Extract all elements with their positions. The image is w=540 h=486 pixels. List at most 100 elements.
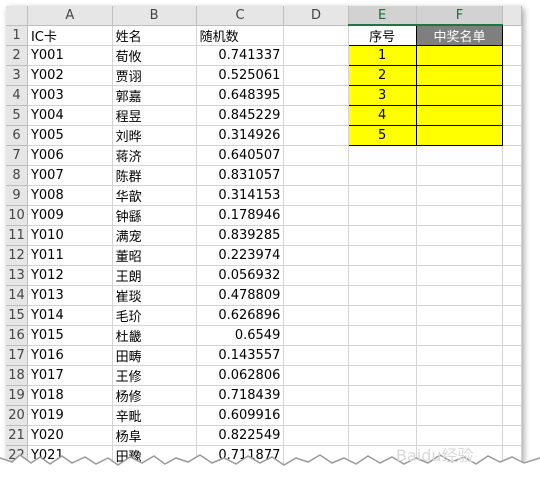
row-header[interactable]: 11 xyxy=(6,225,28,246)
column-header-c[interactable]: C xyxy=(196,6,285,26)
cell-b20[interactable]: 辛毗 xyxy=(112,405,197,426)
cell-b6[interactable]: 刘晔 xyxy=(112,125,197,146)
cell-c2[interactable]: 0.741337 xyxy=(196,45,285,66)
cell-d3[interactable] xyxy=(283,65,349,86)
cell-b1[interactable]: 姓名 xyxy=(112,25,197,46)
cell-d1[interactable] xyxy=(283,25,349,46)
cell-b9[interactable]: 华歆 xyxy=(112,185,197,206)
cell-b10[interactable]: 钟繇 xyxy=(112,205,197,226)
cell-f6[interactable] xyxy=(415,125,504,146)
cell-f14[interactable] xyxy=(416,285,504,306)
cell-c9[interactable]: 0.314153 xyxy=(196,185,285,206)
row-header[interactable]: 14 xyxy=(6,285,28,306)
cell-a7[interactable]: Y006 xyxy=(27,145,113,166)
cell-e3[interactable]: 2 xyxy=(347,65,417,86)
select-all-corner[interactable] xyxy=(6,6,28,26)
column-header-d[interactable]: D xyxy=(283,6,349,26)
cell-b2[interactable]: 荀攸 xyxy=(112,45,197,66)
cell-d13[interactable] xyxy=(283,265,349,286)
cell-d10[interactable] xyxy=(283,205,349,226)
cell-g12[interactable] xyxy=(502,245,522,266)
cell-g19[interactable] xyxy=(502,385,522,406)
cell-c20[interactable]: 0.609916 xyxy=(196,405,285,426)
cell-a12[interactable]: Y011 xyxy=(27,245,113,266)
cell-c11[interactable]: 0.839285 xyxy=(196,225,285,246)
row-header[interactable]: 9 xyxy=(6,185,28,206)
cell-d17[interactable] xyxy=(283,345,349,366)
cell-e13[interactable] xyxy=(348,265,417,286)
cell-f2[interactable] xyxy=(415,45,504,66)
cell-a20[interactable]: Y019 xyxy=(27,405,113,426)
cell-a9[interactable]: Y008 xyxy=(27,185,113,206)
cell-g18[interactable] xyxy=(502,365,522,386)
cell-e17[interactable] xyxy=(348,345,417,366)
cell-a2[interactable]: Y001 xyxy=(27,45,113,66)
column-header-b[interactable]: B xyxy=(112,6,197,26)
cell-a14[interactable]: Y013 xyxy=(27,285,113,306)
cell-e15[interactable] xyxy=(348,305,417,326)
cell-b11[interactable]: 满宠 xyxy=(112,225,197,246)
cell-a8[interactable]: Y007 xyxy=(27,165,113,186)
cell-a3[interactable]: Y002 xyxy=(27,65,113,86)
column-header-e[interactable]: E xyxy=(348,6,417,26)
cell-a13[interactable]: Y012 xyxy=(27,265,113,286)
cell-d12[interactable] xyxy=(283,245,349,266)
cell-c5[interactable]: 0.845229 xyxy=(196,105,285,126)
cell-b16[interactable]: 杜畿 xyxy=(112,325,197,346)
row-header[interactable]: 4 xyxy=(6,85,28,106)
cell-c6[interactable]: 0.314926 xyxy=(196,125,285,146)
cell-g8[interactable] xyxy=(502,165,522,186)
row-header[interactable]: 20 xyxy=(6,405,28,426)
row-header[interactable]: 12 xyxy=(6,245,28,266)
row-header[interactable]: 2 xyxy=(6,45,28,66)
cell-c12[interactable]: 0.223974 xyxy=(196,245,285,266)
cell-f17[interactable] xyxy=(416,345,504,366)
cell-f13[interactable] xyxy=(416,265,504,286)
cell-e1-index-header[interactable]: 序号 xyxy=(347,24,417,46)
cell-d2[interactable] xyxy=(283,45,349,66)
cell-g9[interactable] xyxy=(502,185,522,206)
cell-a10[interactable]: Y009 xyxy=(27,205,113,226)
cell-e9[interactable] xyxy=(348,185,417,206)
cell-f4[interactable] xyxy=(415,85,504,106)
cell-a5[interactable]: Y004 xyxy=(27,105,113,126)
cell-e10[interactable] xyxy=(348,205,417,226)
cell-c4[interactable]: 0.648395 xyxy=(196,85,285,106)
cell-g4[interactable] xyxy=(502,85,522,106)
cell-e8[interactable] xyxy=(348,165,417,186)
cell-g3[interactable] xyxy=(502,65,522,86)
cell-d16[interactable] xyxy=(283,325,349,346)
cell-b17[interactable]: 田畴 xyxy=(112,345,197,366)
cell-d8[interactable] xyxy=(283,165,349,186)
cell-d19[interactable] xyxy=(283,385,349,406)
cell-d11[interactable] xyxy=(283,225,349,246)
cell-b3[interactable]: 贾诩 xyxy=(112,65,197,86)
cell-f5[interactable] xyxy=(415,105,504,126)
cell-c10[interactable]: 0.178946 xyxy=(196,205,285,226)
cell-a11[interactable]: Y010 xyxy=(27,225,113,246)
cell-g20[interactable] xyxy=(502,405,522,426)
row-header[interactable]: 1 xyxy=(6,25,28,46)
row-header[interactable]: 8 xyxy=(6,165,28,186)
cell-c8[interactable]: 0.831057 xyxy=(196,165,285,186)
cell-b14[interactable]: 崔琰 xyxy=(112,285,197,306)
cell-f20[interactable] xyxy=(416,405,504,426)
cell-c13[interactable]: 0.056932 xyxy=(196,265,285,286)
cell-c16[interactable]: 0.6549 xyxy=(196,325,285,346)
cell-d9[interactable] xyxy=(283,185,349,206)
cell-f9[interactable] xyxy=(416,185,504,206)
cell-d15[interactable] xyxy=(283,305,349,326)
cell-a17[interactable]: Y016 xyxy=(27,345,113,366)
cell-a18[interactable]: Y017 xyxy=(27,365,113,386)
cell-f7[interactable] xyxy=(416,145,504,166)
cell-e12[interactable] xyxy=(348,245,417,266)
cell-b15[interactable]: 毛玠 xyxy=(112,305,197,326)
cell-e18[interactable] xyxy=(348,365,417,386)
row-header[interactable]: 13 xyxy=(6,265,28,286)
cell-g5[interactable] xyxy=(502,105,522,126)
cell-f16[interactable] xyxy=(416,325,504,346)
cell-e5[interactable]: 4 xyxy=(347,105,417,126)
row-header[interactable]: 16 xyxy=(6,325,28,346)
cell-d6[interactable] xyxy=(283,125,349,146)
cell-c17[interactable]: 0.143557 xyxy=(196,345,285,366)
